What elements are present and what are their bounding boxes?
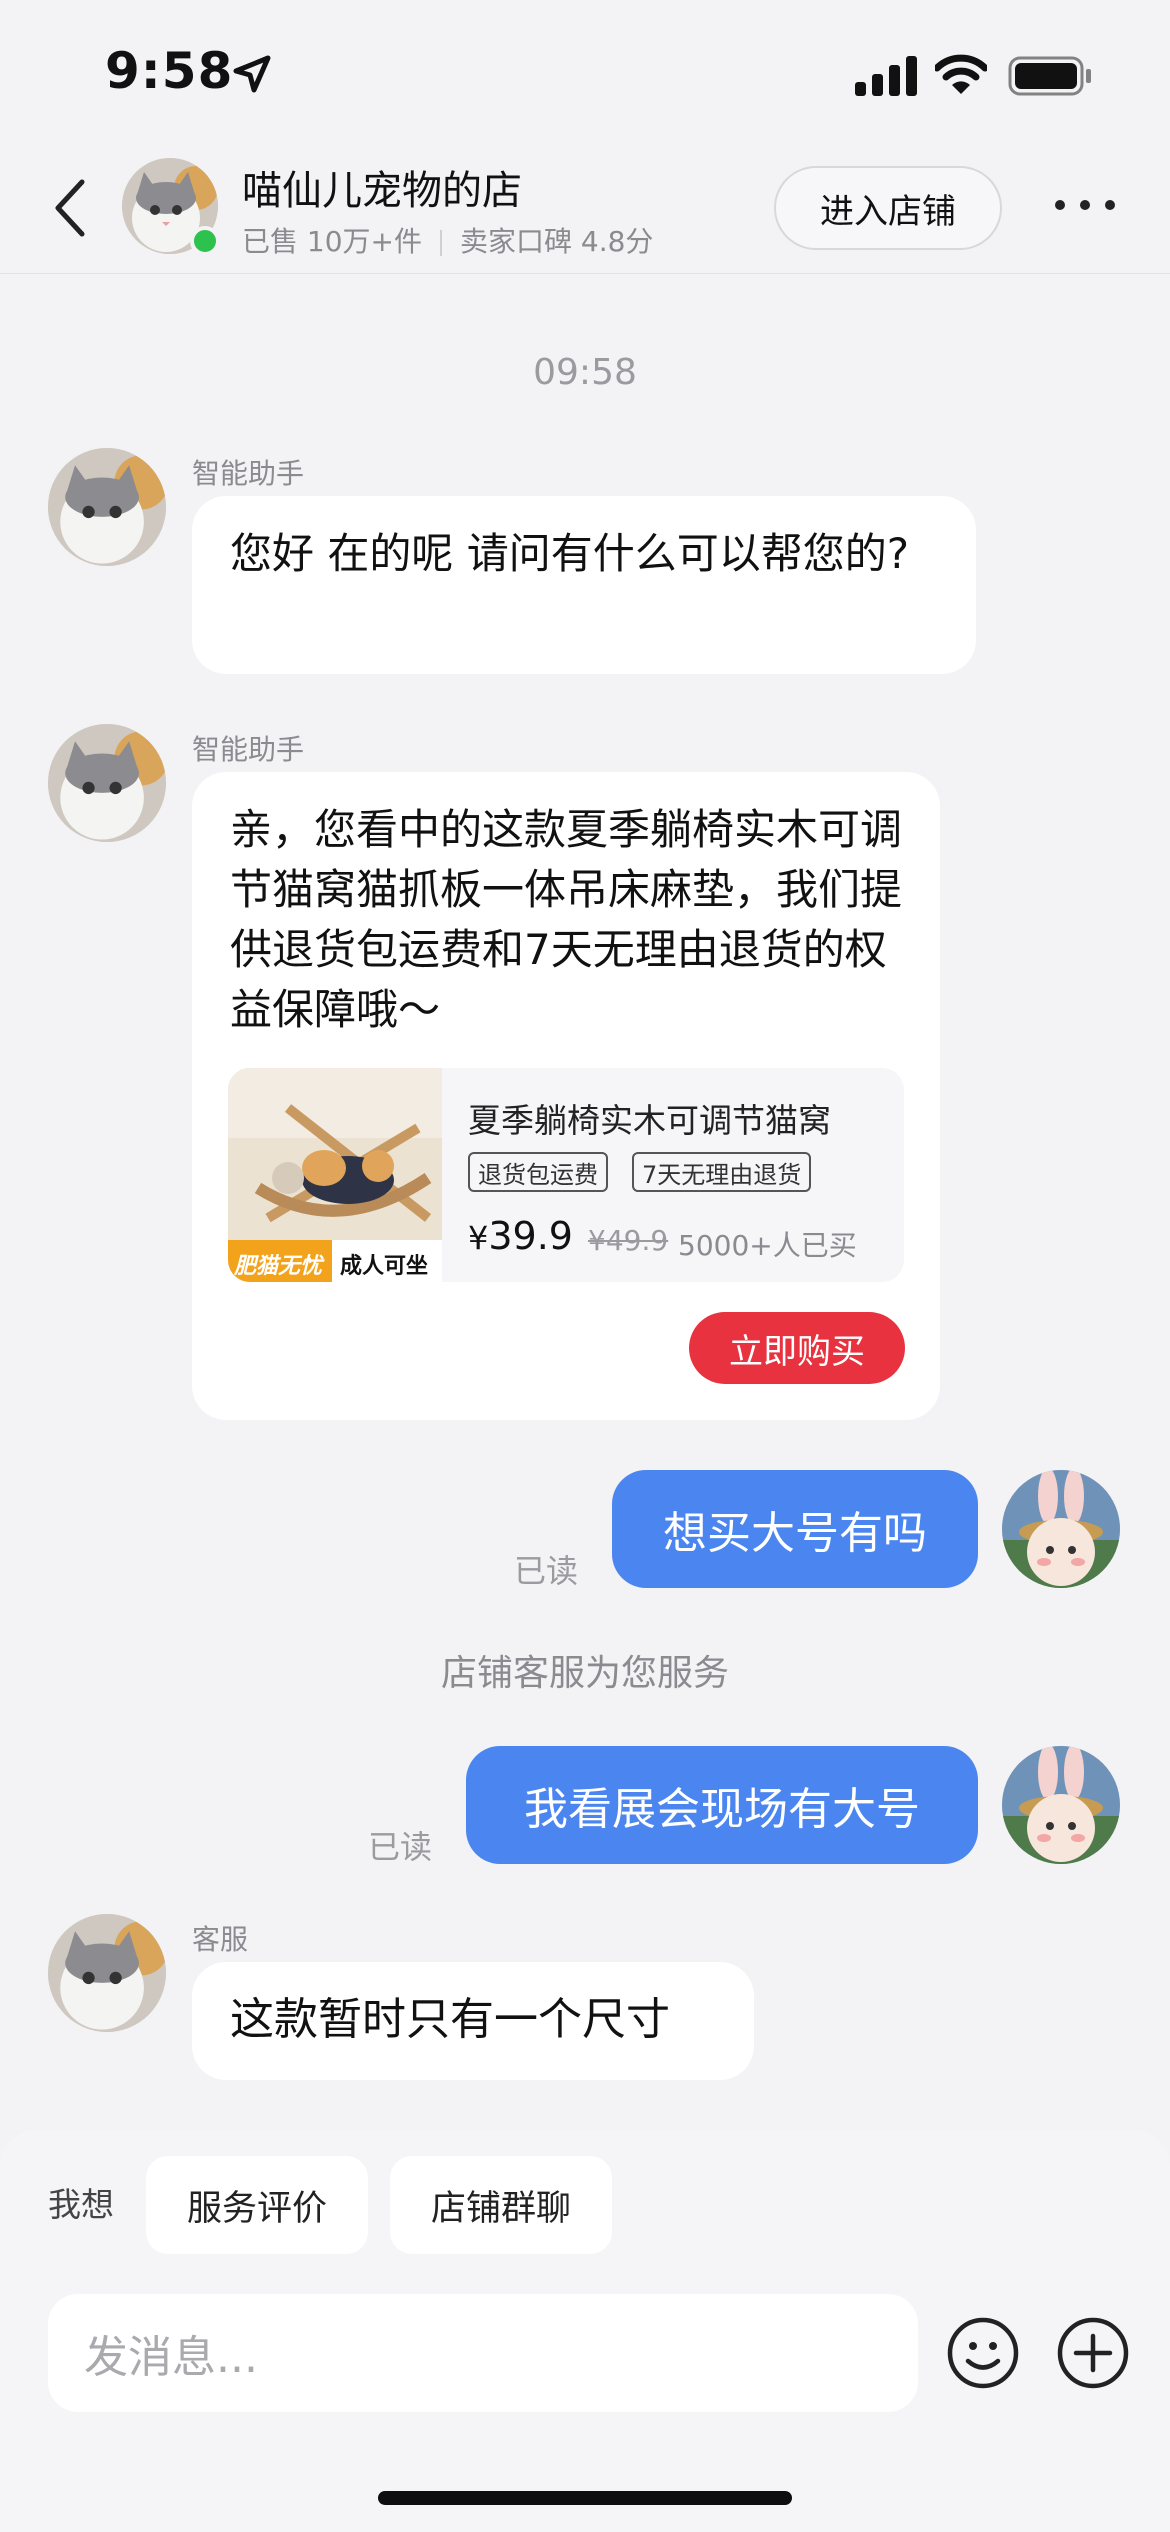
seller-rating: 卖家口碑 4.8分 bbox=[460, 225, 654, 258]
enter-shop-button[interactable]: 进入店铺 bbox=[774, 166, 1002, 250]
my-message-bubble[interactable]: 我看展会现场有大号 bbox=[466, 1746, 978, 1864]
buy-now-button[interactable]: 立即购买 bbox=[689, 1312, 905, 1384]
assistant-avatar[interactable] bbox=[48, 724, 166, 842]
input-panel: 我想 服务评价 店铺群聊 发消息... bbox=[0, 2130, 1170, 2532]
plus-icon[interactable] bbox=[1056, 2316, 1130, 2390]
divider bbox=[440, 230, 442, 256]
tag-7day-return: 7天无理由退货 bbox=[632, 1152, 812, 1192]
service-avatar[interactable] bbox=[48, 1914, 166, 2032]
status-bar: 9:58 bbox=[0, 0, 1170, 140]
message-bubble[interactable]: 您好 在的呢 请问有什么可以帮您的? bbox=[192, 496, 976, 674]
image-badge-left: 肥猫无忧 bbox=[234, 1254, 323, 1279]
product-price: ¥39.9 bbox=[468, 1214, 573, 1258]
currency-symbol: ¥ bbox=[468, 1219, 489, 1257]
shop-name[interactable]: 喵仙儿宠物的店 bbox=[242, 158, 522, 216]
system-note: 店铺客服为您服务 bbox=[440, 1653, 729, 1694]
more-icon[interactable] bbox=[1050, 190, 1120, 220]
sender-name: 智能助手 bbox=[192, 457, 305, 490]
my-avatar[interactable] bbox=[1002, 1746, 1120, 1864]
original-price: ¥49.9 bbox=[588, 1224, 669, 1257]
signal-icon bbox=[855, 56, 917, 96]
product-image[interactable]: 肥猫无忧 成人可坐 bbox=[228, 1068, 442, 1282]
sender-name: 智能助手 bbox=[192, 733, 305, 766]
chat-timestamp: 09:58 bbox=[533, 352, 637, 393]
battery-icon bbox=[1008, 56, 1091, 96]
sold-count: 已售 10万+件 bbox=[242, 225, 422, 258]
chip-shop-group-chat[interactable]: 店铺群聊 bbox=[390, 2156, 612, 2254]
status-time: 9:58 bbox=[105, 42, 234, 100]
emoji-icon[interactable] bbox=[946, 2316, 1020, 2390]
image-badge-right: 成人可坐 bbox=[340, 1254, 429, 1279]
cat-avatar-icon bbox=[48, 448, 166, 566]
message-input[interactable]: 发消息... bbox=[48, 2294, 918, 2412]
my-message-bubble[interactable]: 想买大号有吗 bbox=[612, 1470, 978, 1588]
bunny-avatar-icon bbox=[1002, 1470, 1120, 1588]
chip-service-review[interactable]: 服务评价 bbox=[146, 2156, 368, 2254]
back-icon[interactable] bbox=[48, 176, 92, 240]
sender-name: 客服 bbox=[192, 1923, 249, 1956]
message-bubble[interactable]: 这款暂时只有一个尺寸 bbox=[192, 1962, 754, 2080]
my-avatar[interactable] bbox=[1002, 1470, 1120, 1588]
quick-reply-label: 我想 bbox=[48, 2185, 114, 2224]
home-indicator[interactable] bbox=[378, 2491, 792, 2505]
read-receipt: 已读 bbox=[514, 1552, 579, 1590]
tag-free-return-shipping: 退货包运费 bbox=[468, 1152, 608, 1192]
price-value: 39.9 bbox=[488, 1214, 573, 1258]
read-receipt: 已读 bbox=[368, 1828, 433, 1866]
bunny-avatar-icon bbox=[1002, 1746, 1120, 1864]
product-title[interactable]: 夏季躺椅实木可调节猫窝 bbox=[468, 1094, 831, 1142]
buyers-count: 5000+人已买 bbox=[678, 1229, 857, 1262]
online-status-dot bbox=[190, 226, 220, 256]
location-arrow-icon bbox=[233, 55, 271, 93]
shop-meta: 已售 10万+件 卖家口碑 4.8分 bbox=[242, 220, 653, 260]
product-card[interactable]: 肥猫无忧 成人可坐 夏季躺椅实木可调节猫窝 退货包运费 7天无理由退货 ¥39.… bbox=[228, 1068, 904, 1282]
cat-avatar-icon bbox=[48, 1914, 166, 2032]
wifi-icon bbox=[935, 54, 987, 94]
cat-avatar-icon bbox=[48, 724, 166, 842]
chat-header: 喵仙儿宠物的店 已售 10万+件 卖家口碑 4.8分 进入店铺 bbox=[0, 140, 1170, 274]
assistant-avatar[interactable] bbox=[48, 448, 166, 566]
message-text[interactable]: 亲，您看中的这款夏季躺椅实木可调节猫窝猫抓板一体吊床麻垫，我们提供退货包运费和7… bbox=[230, 800, 902, 1040]
